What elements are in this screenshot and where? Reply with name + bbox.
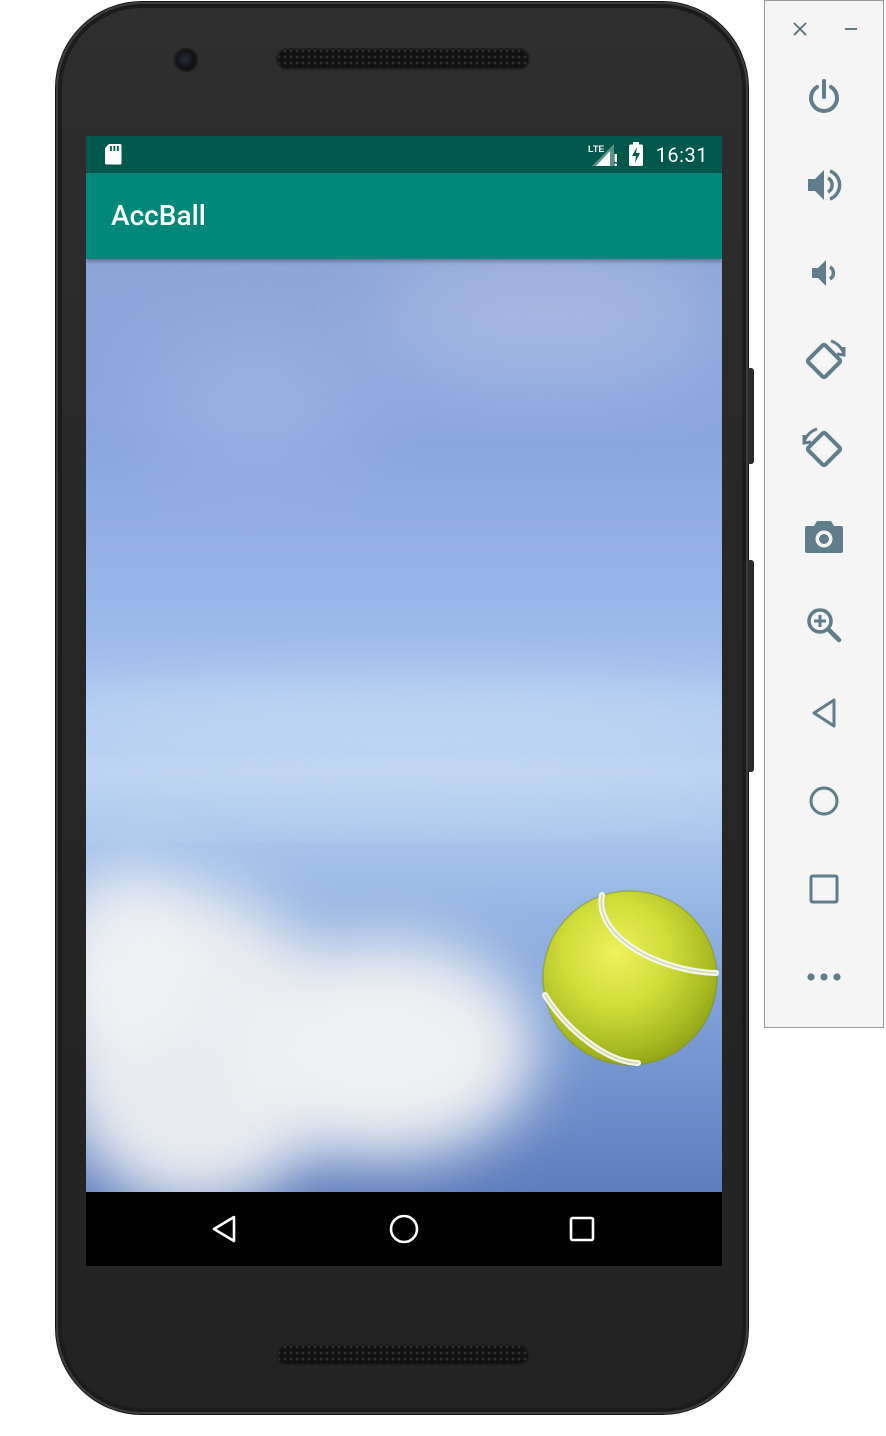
battery-charging-icon xyxy=(628,142,644,170)
phone-screen: LTE 16:31 AccBall xyxy=(86,136,722,1266)
nav-home-button[interactable] xyxy=(364,1192,444,1266)
volume-down-button[interactable] xyxy=(795,244,853,302)
app-bar: AccBall xyxy=(86,173,722,259)
zoom-button[interactable] xyxy=(795,596,853,654)
tennis-ball[interactable] xyxy=(542,890,719,1066)
nav-back-button[interactable] xyxy=(184,1192,264,1266)
front-camera xyxy=(176,50,196,70)
overview-icon xyxy=(809,874,839,904)
nav-recents-button[interactable] xyxy=(542,1192,622,1266)
minimize-icon xyxy=(845,28,857,30)
phone-power-key xyxy=(748,368,754,464)
power-button[interactable] xyxy=(795,68,853,126)
home-icon xyxy=(809,786,839,816)
home-icon xyxy=(389,1214,419,1244)
sky-background xyxy=(86,259,722,1192)
volume-up-button[interactable] xyxy=(795,156,853,214)
phone-volume-key xyxy=(748,560,754,772)
back-icon xyxy=(812,698,836,728)
power-icon xyxy=(809,79,839,113)
emulator-back-button[interactable] xyxy=(795,684,853,742)
app-title: AccBall xyxy=(111,199,206,232)
sd-card-icon xyxy=(104,143,122,169)
rotate-left-button[interactable] xyxy=(795,332,853,390)
rotate-right-button[interactable] xyxy=(795,420,853,478)
volume-up-icon xyxy=(808,169,842,201)
status-time: 16:31 xyxy=(655,143,708,167)
navigation-bar xyxy=(86,1192,722,1266)
lte-label: LTE xyxy=(588,144,604,154)
status-bar: LTE 16:31 xyxy=(86,136,722,173)
screenshot-button[interactable] xyxy=(795,508,853,566)
close-window-button[interactable] xyxy=(786,15,814,43)
close-icon xyxy=(793,22,807,36)
back-icon xyxy=(212,1215,236,1243)
bottom-speaker xyxy=(276,1344,530,1366)
camera-icon xyxy=(805,521,843,553)
emulator-toolbar xyxy=(764,0,884,1028)
more-options-button[interactable] xyxy=(795,948,853,1006)
top-speaker xyxy=(276,48,530,70)
game-canvas[interactable] xyxy=(86,259,722,1192)
more-icon xyxy=(807,973,841,981)
rotate-left-icon xyxy=(805,339,846,380)
zoom-icon xyxy=(807,608,842,643)
emulator-overview-button[interactable] xyxy=(795,860,853,918)
rotate-right-icon xyxy=(802,427,843,468)
minimize-window-button[interactable] xyxy=(837,15,865,43)
lte-signal-icon: LTE xyxy=(588,142,618,172)
emulator-home-button[interactable] xyxy=(795,772,853,830)
recents-icon xyxy=(569,1216,595,1242)
volume-down-icon xyxy=(812,260,836,286)
